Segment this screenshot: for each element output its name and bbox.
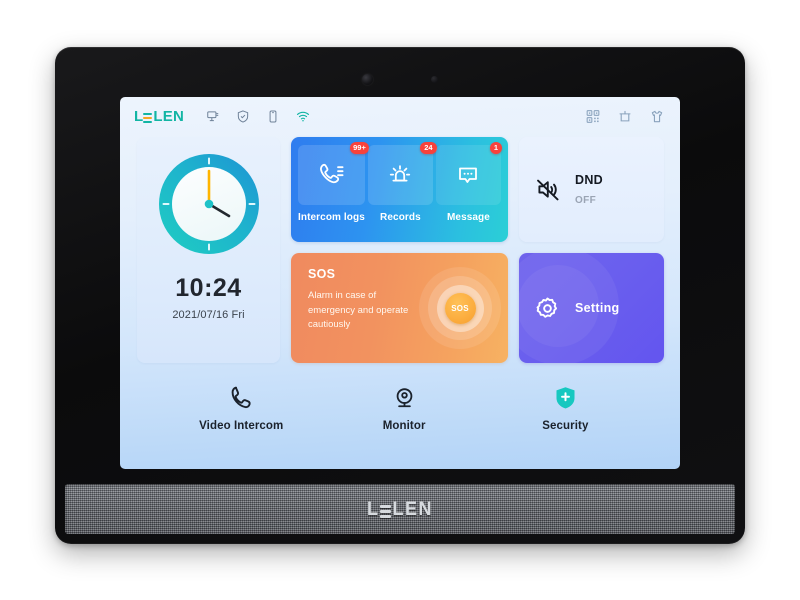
device-brand-right: LEN [392,498,433,519]
shield-plus-icon [556,387,575,409]
tile-icon-box [367,145,433,205]
alarm-light-icon [390,165,411,182]
nav-video-intercom[interactable]: Video Intercom [159,385,323,432]
brand-logo-bars-icon [143,112,153,123]
shirt-icon[interactable] [650,109,664,124]
nav-security[interactable]: Security [485,385,646,432]
device-brand-logo: L LEN [367,499,433,520]
tile-label-records: Records [380,212,421,223]
clock-card: 10:24 2021/07/16 Fri [137,137,280,363]
device-brand-left: L [367,498,380,519]
status-icons-right [586,109,664,124]
screenshot-root: L LEN 10:24 2021/07/16 Fri 99+ Intercom … [0,0,800,600]
clock-date: 2021/07/16 Fri [172,309,245,321]
brand-logo: L LEN [134,109,184,124]
dashboard-grid: 10:24 2021/07/16 Fri 99+ Intercom logs 2… [137,137,664,363]
dnd-card[interactable]: DND OFF [519,137,664,242]
status-bar: L LEN [120,97,680,135]
nav-monitor[interactable]: Monitor [323,385,484,432]
tile-records[interactable]: 24 Records [367,142,437,242]
analog-clock [157,152,261,256]
device-brand-bars-icon [379,504,391,518]
brand-bar-mid [143,116,153,119]
analog-clock-face-icon [158,154,259,254]
light-sensor-icon [431,75,438,83]
calendar-icon[interactable] [618,109,632,124]
badge-message: 1 [490,142,502,154]
brand-bar-top [143,112,153,115]
nav-label-security: Security [542,420,589,432]
front-camera-area [362,72,438,86]
status-icons-left [206,109,310,124]
brand-logo-right: LEN [153,107,184,125]
nav-icon-wrap [392,385,417,411]
tile-icon-box [435,145,501,205]
tile-icon-box [298,145,365,205]
clock-time: 10:24 [175,274,242,302]
tile-message[interactable]: 1 Message [435,142,502,242]
device-bar-mid [379,509,391,513]
nav-icon-wrap [229,385,253,411]
camera-lens-icon [362,73,373,85]
home-content: 10:24 2021/07/16 Fri 99+ Intercom logs 2… [120,135,680,432]
shield-check-icon [237,109,249,123]
dashboard-right-column: 99+ Intercom logs 24 Records 1 Message D… [291,137,664,363]
phone-handset-icon [231,386,251,409]
touch-screen: L LEN 10:24 2021/07/16 Fri 99+ Intercom … [120,97,680,469]
device-bar-top [379,504,391,508]
device-bar-bottom [379,514,391,518]
screen-monitor-icon [207,110,219,121]
dnd-title: DND [575,173,603,187]
nav-icon-wrap [554,385,577,411]
brand-logo-left: L [134,107,144,125]
bottom-navigation: Video Intercom Monitor Security [137,385,664,432]
badge-intercom-logs: 99+ [350,142,369,154]
dnd-state: OFF [575,195,597,206]
wifi-icon [296,111,310,121]
tile-label-message: Message [446,212,490,223]
mute-speaker-icon [537,179,559,200]
indoor-monitor-device: L LEN 10:24 2021/07/16 Fri 99+ Intercom … [55,47,745,544]
sos-card[interactable]: SOS Alarm in case of emergency and opera… [291,253,508,363]
dnd-text: DND OFF [575,173,603,206]
setting-card[interactable]: Setting [519,253,664,363]
brand-bar-bottom [143,120,153,123]
phone-list-icon [320,163,344,184]
gear-icon-wrap [535,296,560,321]
nav-label-video-intercom: Video Intercom [199,420,284,432]
speaker-grille: L LEN [65,484,735,534]
webcam-icon [396,388,412,408]
tile-label-intercom-logs: Intercom logs [298,212,365,223]
dashboard-row-bottom: SOS Alarm in case of emergency and opera… [291,253,664,363]
message-bubble-icon [459,167,478,183]
badge-records: 24 [419,142,437,154]
setting-label: Setting [575,301,620,315]
sos-button-rings: SOS [419,267,501,349]
gear-icon [536,297,558,318]
intercom-card: 99+ Intercom logs 24 Records 1 Message [291,137,508,242]
sos-description: Alarm in case of emergency and operate c… [308,290,409,331]
nav-label-monitor: Monitor [382,420,426,432]
tile-intercom-logs[interactable]: 99+ Intercom logs [298,142,369,242]
mobile-phone-icon [269,109,277,123]
qr-code-icon[interactable] [586,109,600,124]
sos-button[interactable]: SOS [444,292,476,324]
dashboard-row-top: 99+ Intercom logs 24 Records 1 Message D… [291,137,664,242]
